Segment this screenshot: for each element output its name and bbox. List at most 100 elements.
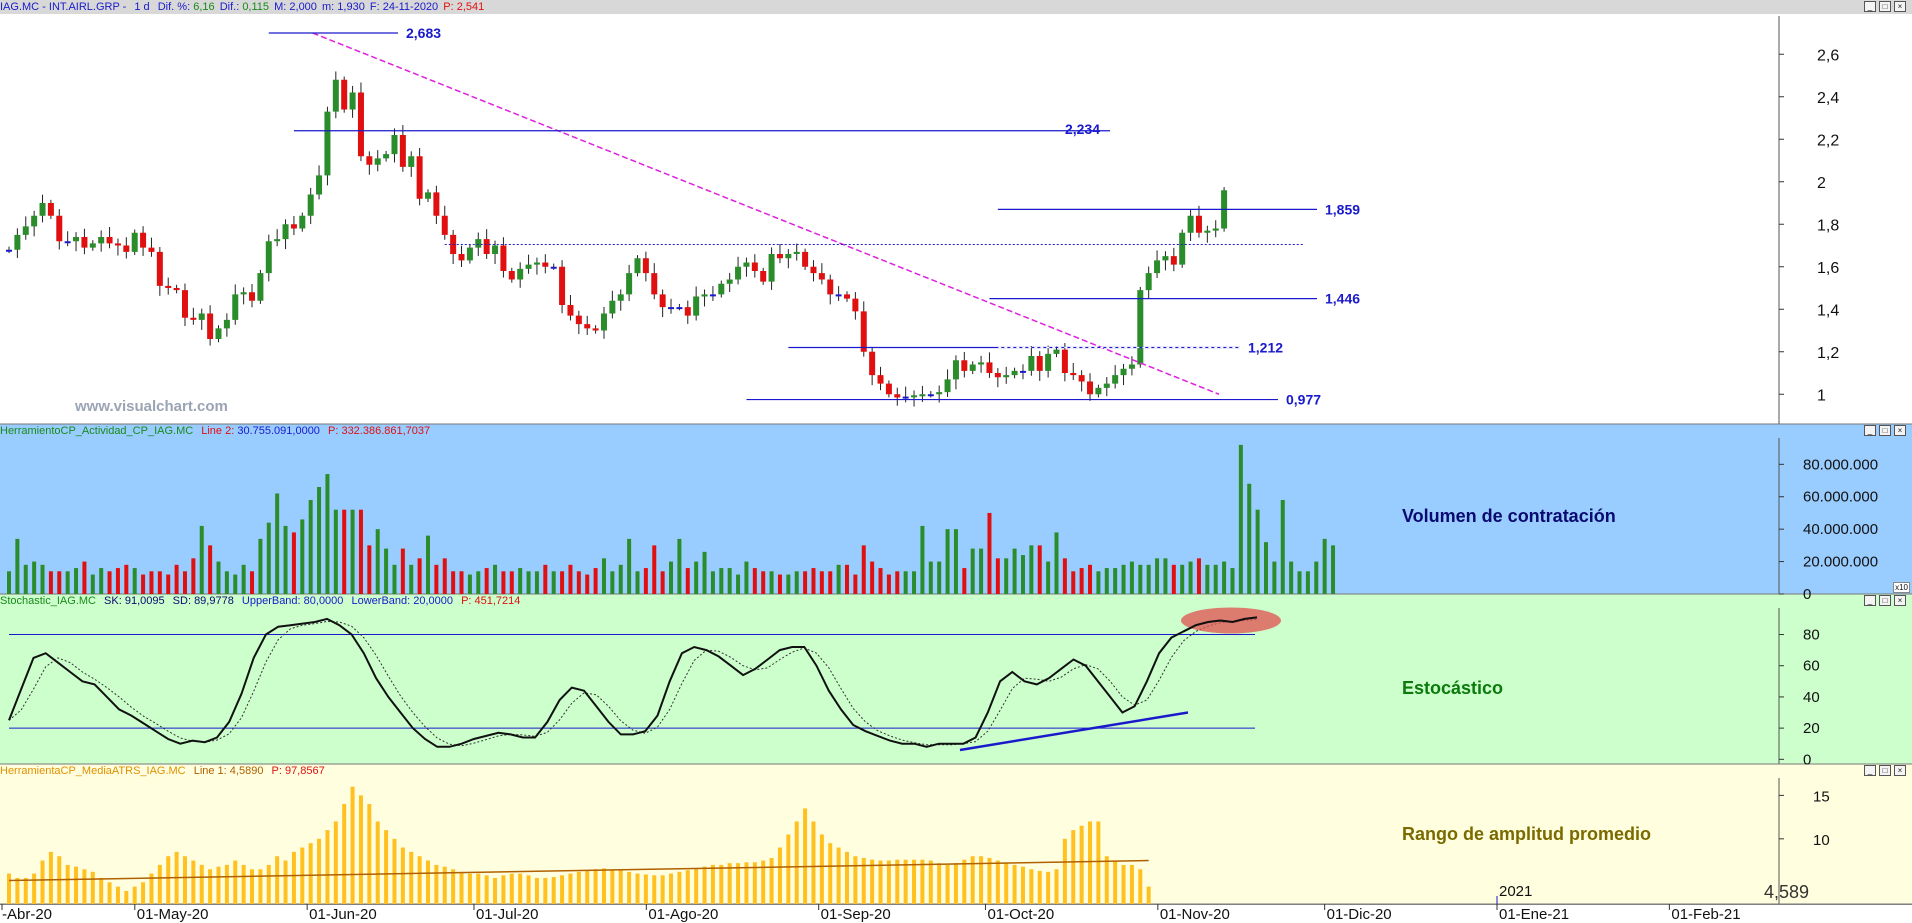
volume-bar [333, 509, 338, 594]
atr-bar [467, 873, 472, 904]
volume-bar [1138, 564, 1143, 594]
atr-bar [1113, 860, 1118, 904]
atr-bar [224, 864, 229, 904]
date-tick-label: 01-Sep-20 [821, 906, 891, 922]
volume-bar [736, 574, 741, 594]
volume-bar [677, 538, 682, 594]
atr-bar [1104, 856, 1109, 904]
volume-bar [786, 574, 791, 594]
volume-bar [493, 564, 498, 594]
candle-body [290, 224, 297, 229]
atr-bar [358, 795, 363, 904]
volume-bar [979, 548, 984, 594]
volume-bar [1171, 564, 1176, 594]
volume-bar [1180, 564, 1185, 594]
candle-body [1137, 290, 1144, 365]
candle-body [835, 294, 842, 297]
volume-bar [819, 571, 824, 594]
candle-body [525, 264, 532, 269]
candle-body [332, 79, 339, 112]
candle-body [701, 294, 708, 297]
atr-bar [1088, 821, 1093, 904]
candle-body [492, 245, 499, 254]
atr-bar [115, 886, 120, 904]
candle-body [592, 328, 599, 331]
volume-bar [350, 509, 355, 594]
atr-bar [643, 874, 648, 904]
volume-bar [1314, 561, 1319, 594]
candle-body [1212, 228, 1219, 231]
atr-bar [1062, 838, 1067, 904]
candle-body [869, 351, 876, 376]
volume-bar [643, 568, 648, 594]
atr-bar [132, 886, 137, 904]
atr-bar [409, 851, 414, 904]
candle-body [257, 273, 264, 301]
candle-body [1061, 349, 1068, 373]
candle-body [433, 192, 440, 216]
volume-bar [74, 568, 79, 594]
volume-bar [208, 545, 213, 594]
stoch-trend-line [959, 711, 1189, 752]
candle-body [282, 224, 289, 240]
volume-bar [199, 525, 204, 594]
atr-bar [317, 838, 322, 904]
candle-body [810, 266, 817, 274]
volume-bar [1079, 568, 1084, 594]
volume-bar [283, 525, 288, 594]
volume-bar [166, 574, 171, 594]
atr-bar [275, 856, 280, 904]
volume-bar [937, 561, 942, 594]
price-tick-label: 1,4 [1817, 302, 1839, 319]
volume-bar [811, 568, 816, 594]
volume-bar [434, 564, 439, 594]
price-tick-label: 1,2 [1817, 345, 1839, 362]
candle-body [776, 254, 783, 259]
candle-body [483, 239, 490, 254]
atr-bar [568, 873, 573, 904]
candle-body [466, 247, 473, 261]
atr-bar [258, 869, 263, 904]
atr-bar [895, 859, 900, 904]
candle-body [131, 232, 138, 252]
candle-body [927, 394, 934, 397]
atr-bar [627, 871, 632, 904]
atr-bar [576, 871, 581, 904]
candle-body [961, 360, 968, 371]
volume-bar [1322, 538, 1327, 594]
atr-bar [777, 847, 782, 904]
volume-bar [1163, 558, 1168, 594]
price-level-label: 0,977 [1286, 392, 1321, 408]
candle-body [316, 175, 323, 195]
candle-body [1204, 230, 1211, 233]
candle-body [860, 311, 867, 352]
volume-bar [367, 545, 372, 594]
candle-body [198, 313, 205, 320]
atr-bar [333, 821, 338, 904]
date-tick-label: -Abr-20 [2, 906, 52, 922]
atr-bar [342, 804, 347, 904]
volume-bar [1264, 542, 1268, 594]
volume-bar [82, 561, 87, 594]
volume-bar [182, 571, 187, 594]
candle-body [441, 215, 448, 235]
volume-tick-label: 80.000.000 [1803, 456, 1878, 473]
candle-body [827, 279, 834, 295]
atr-bar [878, 860, 883, 904]
atr-bar [903, 859, 908, 904]
candle-body [626, 273, 633, 295]
year-marker: 2021 [1499, 883, 1532, 900]
atr-bar [1146, 886, 1151, 904]
volume-bar [853, 574, 858, 594]
volume-bar [534, 571, 539, 594]
date-tick-label: 01-Oct-20 [987, 906, 1054, 922]
date-tick-label: 01-Dic-20 [1327, 906, 1392, 922]
atr-bar [1121, 864, 1126, 904]
volume-bar [1255, 509, 1260, 594]
atr-bar [124, 890, 129, 904]
volume-bar [157, 571, 162, 594]
atr-bar [601, 868, 606, 904]
candle-body [609, 300, 616, 314]
atr-bar [400, 847, 405, 904]
candle-body [307, 194, 314, 216]
